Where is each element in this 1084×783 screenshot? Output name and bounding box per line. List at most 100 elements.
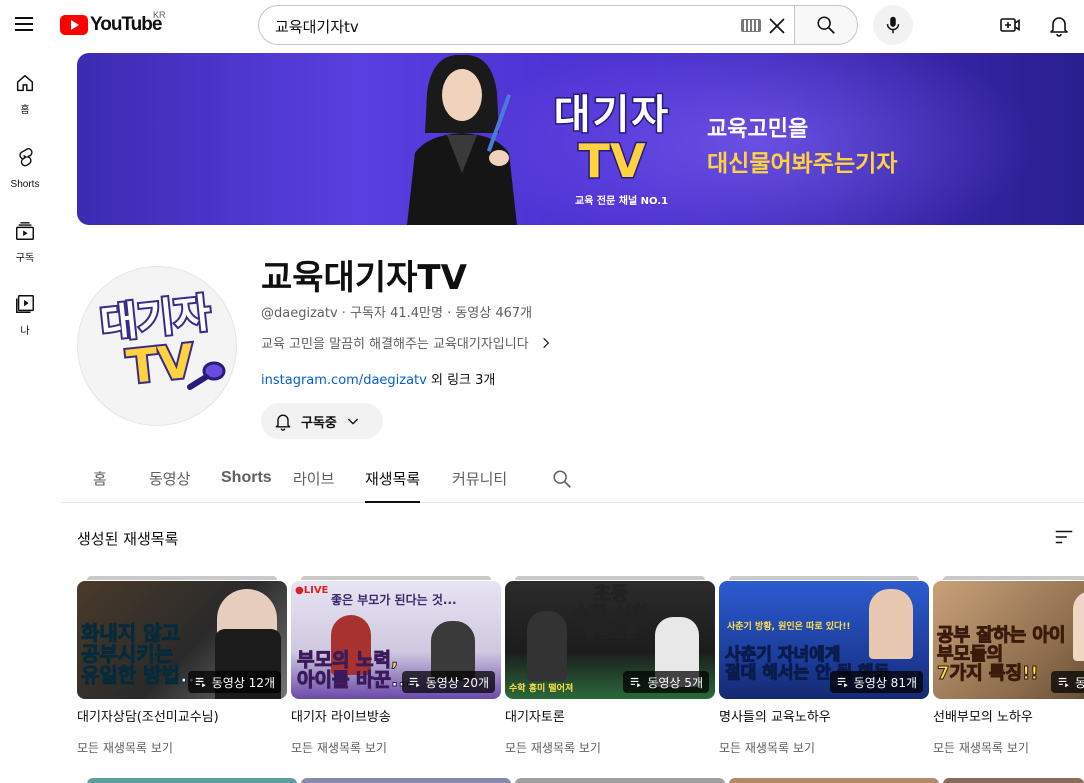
playlist-title[interactable]: 선배부모의 노하우 xyxy=(933,706,1033,725)
banner-host-image xyxy=(407,54,517,225)
tab-community[interactable]: 커뮤니티 xyxy=(452,468,507,503)
sidebar-label: 나 xyxy=(20,326,30,337)
tab-videos[interactable]: 동영상 xyxy=(149,468,190,503)
home-icon xyxy=(16,74,34,92)
playlist-thumbnail[interactable]: 사춘기 방황, 원인은 따로 있다!! 사춘기 자녀에게 절대 해서는 안 될 … xyxy=(719,581,929,699)
thumbnail-line: 화내지 않고 xyxy=(81,621,181,645)
channel-meta: @daegizatv · 구독자 41.4만명 · 동영상 467개 xyxy=(261,306,533,321)
video-count: 동영상 12개 xyxy=(211,675,275,690)
video-count: 동영상 xyxy=(1075,675,1084,690)
view-all-playlist-link[interactable]: 모든 재생목록 보기 xyxy=(505,739,601,756)
tab-shorts[interactable]: Shorts xyxy=(221,469,272,504)
thumbnail-text: 부모의 노력, 아이를 바꾼... xyxy=(297,650,414,691)
playlist-card[interactable]: 공부 잘하는 아이 부모들의 7가지 특징!! 동영상 선배부모의 노하우 모든… xyxy=(933,576,1084,766)
playlist-title[interactable]: 대기자상담(조선미교수님) xyxy=(77,706,219,725)
playlist-icon xyxy=(631,677,642,688)
thumbnail-text: 초등 수학 심화 끝장토론 xyxy=(561,584,661,641)
bell-icon xyxy=(275,414,291,431)
playlist-stack xyxy=(301,576,491,580)
chevron-down-icon xyxy=(347,418,359,425)
sidebar-label: Shorts xyxy=(10,179,40,190)
tab-home[interactable]: 홈 xyxy=(93,468,107,503)
channel-avatar[interactable]: 대기자 TV xyxy=(77,266,237,426)
subscriptions-icon xyxy=(16,222,34,240)
sidebar-item-shorts[interactable]: Shorts xyxy=(0,132,50,192)
top-bar: YouTube KR 교육대기자tv xyxy=(0,0,1084,50)
video-count-badge: 동영상 81개 xyxy=(829,671,923,693)
banner-headline-2: 대신물어봐주는기자 xyxy=(707,144,897,178)
view-all-playlist-link[interactable]: 모든 재생목록 보기 xyxy=(291,739,387,756)
playlist-icon xyxy=(195,677,206,688)
search-input[interactable]: 교육대기자tv xyxy=(258,5,794,45)
playlist-icon xyxy=(837,677,848,688)
view-all-playlist-link[interactable]: 모든 재생목록 보기 xyxy=(77,739,173,756)
playlist-thumbnail[interactable]: 초등 수학 심화 끝장토론 수학 흥미 떨어져 동영상 5개 xyxy=(505,581,715,699)
youtube-logo-icon xyxy=(60,15,88,35)
thumbnail-line: 부모들의 xyxy=(936,643,1004,665)
thumbnail-caption: 수학 흥미 떨어져 xyxy=(509,684,574,694)
search-icon[interactable] xyxy=(551,468,573,490)
youtube-logo[interactable]: YouTube xyxy=(60,13,162,37)
playlist-thumbnail[interactable]: 공부 잘하는 아이 부모들의 7가지 특징!! 동영상 xyxy=(933,581,1084,699)
banner-logo-top: 대기자 xyxy=(552,92,671,139)
keyboard-icon[interactable] xyxy=(741,19,761,32)
sidebar-item-home[interactable]: 홈 xyxy=(0,58,50,118)
view-all-playlist-link[interactable]: 모든 재생목록 보기 xyxy=(933,739,1029,756)
country-code: KR xyxy=(153,10,166,20)
playlist-title[interactable]: 대기자 라이브방송 xyxy=(291,706,391,725)
video-count: 동영상 5개 xyxy=(647,675,703,690)
tab-live[interactable]: 라이브 xyxy=(293,468,334,503)
banner-logo: 대기자 TV xyxy=(547,92,677,188)
thumbnail-caption: 사춘기 방황, 원인은 따로 있다!! xyxy=(727,622,851,632)
playlist-stack xyxy=(729,576,919,580)
thumbnail-caption: 좋은 부모가 된다는 것... xyxy=(331,593,457,607)
playlist-title[interactable]: 대기자토론 xyxy=(505,706,565,725)
more-links-text[interactable]: 외 링크 3개 xyxy=(427,373,495,388)
channel-description[interactable]: 교육 고민을 말끔히 해결해주는 교육대기자입니다 xyxy=(261,333,553,352)
banner-logo-tv: TV xyxy=(577,134,647,188)
microphone-icon xyxy=(187,361,226,390)
video-count-badge: 동영상 5개 xyxy=(623,671,709,693)
voice-search-button[interactable] xyxy=(873,5,913,45)
thumbnail-text: 화내지 않고 공부시키는 유일한 방법... xyxy=(81,621,204,687)
playlist-stack xyxy=(87,576,277,580)
playlist-icon xyxy=(1058,677,1069,688)
sidebar-item-you[interactable]: 나 xyxy=(0,279,50,339)
playlist-title[interactable]: 명사들의 교육노하우 xyxy=(719,706,831,725)
search-value: 교육대기자tv xyxy=(275,18,359,36)
banner-tagline: 교육 전문 채널 NO.1 xyxy=(575,196,669,207)
banner-headline-1: 교육고민을 xyxy=(707,117,809,142)
mic-icon xyxy=(886,16,900,34)
video-count-badge: 동영상 20개 xyxy=(401,671,495,693)
channel-title: 교육대기자TV xyxy=(261,258,467,298)
shorts-icon xyxy=(19,148,33,167)
video-count-badge: 동영상 xyxy=(1051,671,1084,693)
subscribed-button[interactable]: 구독중 xyxy=(261,403,383,439)
thumbnail-line: 유일한 방법... xyxy=(81,663,204,687)
bell-icon[interactable] xyxy=(1047,13,1071,37)
channel-description-text: 교육 고민을 말끔히 해결해주는 교육대기자입니다 xyxy=(261,337,529,352)
subscribed-label: 구독중 xyxy=(301,415,337,431)
instagram-link[interactable]: instagram.com/daegizatv xyxy=(261,373,427,388)
thumbnail-line: 아이를 바꾼... xyxy=(297,668,414,691)
view-all-playlist-link[interactable]: 모든 재생목록 보기 xyxy=(719,739,815,756)
thumbnail-text: 공부 잘하는 아이 부모들의 7가지 특징!! xyxy=(936,626,1065,684)
chevron-right-icon xyxy=(542,337,549,348)
sort-icon[interactable] xyxy=(1053,526,1075,548)
playlist-icon xyxy=(409,677,420,688)
playlist-thumbnail[interactable]: ●LIVE 좋은 부모가 된다는 것... 부모의 노력, 아이를 바꾼... … xyxy=(291,581,501,699)
playlist-thumbnail[interactable]: 화내지 않고 공부시키는 유일한 방법... 동영상 12개 xyxy=(77,581,287,699)
search-button[interactable] xyxy=(794,5,858,45)
playlist-stack xyxy=(515,576,705,580)
sidebar-item-subscriptions[interactable]: 구독 xyxy=(0,206,50,266)
sidebar-label: 홈 xyxy=(20,105,30,116)
create-icon[interactable] xyxy=(998,13,1022,37)
menu-icon[interactable] xyxy=(12,12,36,36)
thumbnail-person xyxy=(1073,591,1084,661)
clear-icon[interactable] xyxy=(765,14,789,38)
channel-links: instagram.com/daegizatv 외 링크 3개 xyxy=(261,369,495,388)
tab-playlists[interactable]: 재생목록 xyxy=(365,468,421,503)
next-row-thumbnail xyxy=(515,778,725,783)
thumbnail-line: 7가지 특징!! xyxy=(936,662,1039,684)
section-title: 생성된 재생목록 xyxy=(77,530,179,548)
